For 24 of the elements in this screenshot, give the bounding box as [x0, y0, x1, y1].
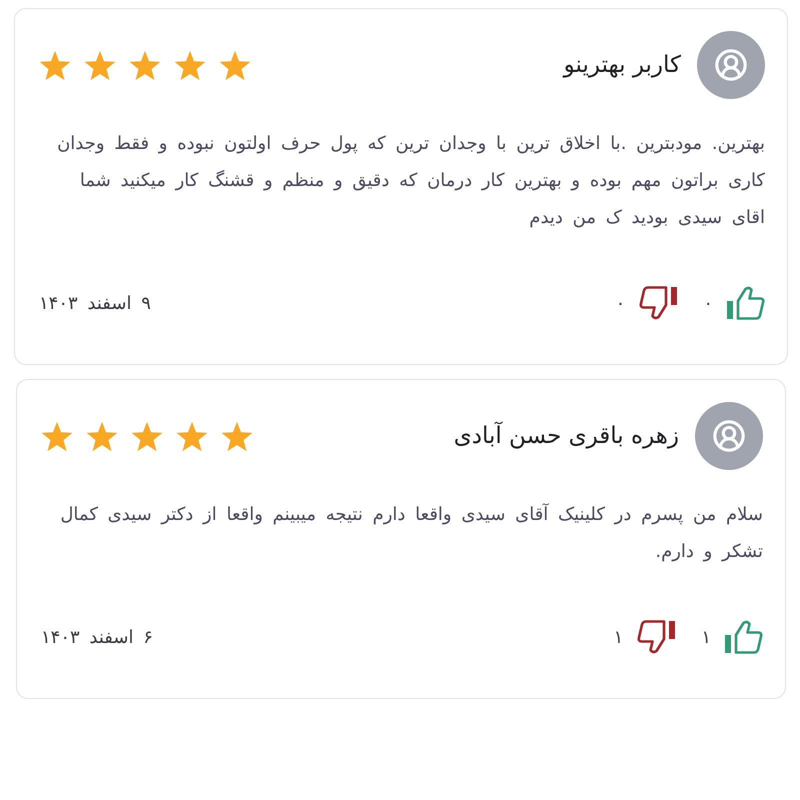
dislike-button[interactable]: ۱ [614, 620, 676, 654]
like-button[interactable]: ۰ [703, 286, 765, 320]
thumbs-down-icon [637, 620, 676, 654]
star-icon [174, 50, 206, 80]
star-icon [219, 50, 251, 80]
review-text: بهترین. مودبترین .با اخلاق ترین با وجدان ترین که پول حرف اولتون نبوده و فقط وجدان کاری براتون مهم بوده و بهترین کار درمان که دقیق و منظم و قشنگ کار میکنید شما اقای سیدی بودید ک من دیدم [56, 132, 765, 230]
star-icon [39, 50, 71, 80]
star-icon [176, 420, 208, 452]
thumbs-up-icon [725, 620, 763, 654]
star-icon [41, 420, 73, 452]
thumbs-up-icon [727, 286, 765, 320]
thumbs-down-icon [639, 286, 678, 320]
like-button[interactable]: ۱ [701, 620, 763, 654]
dislike-button[interactable]: ۰ [616, 286, 678, 320]
review-date: ۹ اسفند ۱۴۰۳ [39, 292, 151, 314]
star-icon [129, 50, 161, 80]
reviewer-name: زهره باقری حسن آبادی [454, 423, 679, 449]
reviewer-name: کاربر بهترینو [564, 52, 681, 78]
review-date: ۶ اسفند ۱۴۰۳ [41, 626, 153, 648]
star-icon [84, 50, 116, 80]
star-icon [86, 420, 118, 452]
star-icon [221, 420, 253, 452]
star-icon [131, 420, 163, 452]
review-text: سلام من پسرم در کلینیک آقای سیدی واقعا دارم نتیجه میبینم واقعا از دکتر سیدی کمال تشکر و دارم. [59, 502, 763, 564]
